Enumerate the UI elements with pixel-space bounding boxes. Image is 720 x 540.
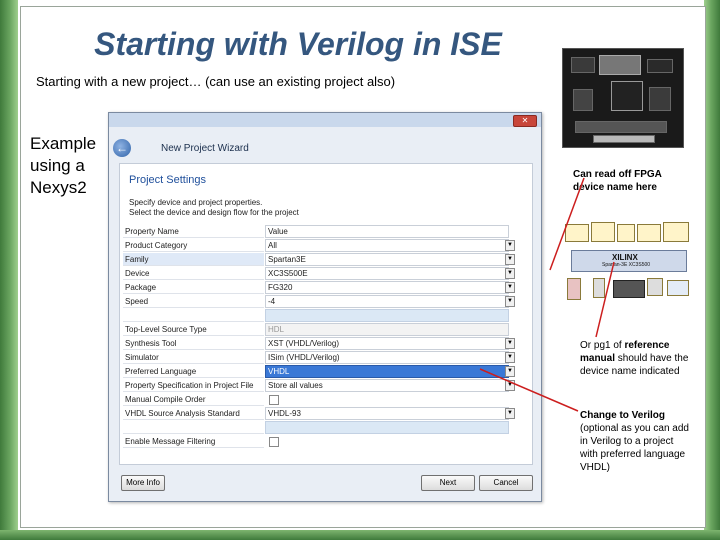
table-row-spacer	[123, 309, 519, 322]
row-label: Synthesis Tool	[123, 337, 264, 350]
row-label: Device	[123, 267, 264, 280]
table-row-preferred-language[interactable]: Preferred Language VHDL ▼	[123, 365, 519, 378]
row-label-empty	[123, 421, 264, 434]
reference-manual-note: Or pg1 of reference manual should have t…	[580, 339, 690, 378]
row-label: Speed	[123, 295, 264, 308]
row-value[interactable]: -4	[265, 295, 509, 308]
board-note: Can read off FPGA device name here	[573, 168, 693, 194]
header-value: Value	[265, 225, 509, 238]
enable-message-filtering-checkbox[interactable]	[269, 437, 279, 447]
chevron-down-icon[interactable]: ▼	[505, 296, 515, 307]
verilog-note-bold: Change to Verilog	[580, 410, 666, 421]
row-label: Family	[123, 253, 264, 266]
manual-compile-order-checkbox[interactable]	[269, 395, 279, 405]
chevron-down-icon[interactable]: ▼	[505, 366, 515, 377]
back-arrow-icon[interactable]: ←	[113, 139, 131, 157]
next-button[interactable]: Next	[421, 475, 475, 491]
row-label: Preferred Language	[123, 365, 264, 378]
row-value[interactable]: Store all values	[265, 379, 509, 392]
example-line-1: Example	[30, 134, 97, 153]
row-value[interactable]: XST (VHDL/Verilog)	[265, 337, 509, 350]
chevron-down-icon[interactable]: ▼	[505, 380, 515, 391]
cancel-button[interactable]: Cancel	[479, 475, 533, 491]
table-row[interactable]: VHDL Source Analysis Standard VHDL-93 ▼	[123, 407, 519, 420]
row-label-empty	[123, 309, 264, 322]
bottom-decorative-bar	[0, 530, 720, 540]
chevron-down-icon[interactable]: ▼	[505, 268, 515, 279]
slide: Starting with Verilog in ISE Starting wi…	[0, 0, 720, 540]
chevron-down-icon[interactable]: ▼	[505, 282, 515, 293]
row-value[interactable]: VHDL-93	[265, 407, 509, 420]
chevron-down-icon[interactable]: ▼	[505, 352, 515, 363]
table-row[interactable]: Synthesis Tool XST (VHDL/Verilog) ▼	[123, 337, 519, 350]
board-note-line-1: Can read off FPGA	[573, 169, 662, 180]
table-row[interactable]: Family Spartan3E ▼	[123, 253, 519, 266]
section-title: Project Settings	[129, 174, 207, 186]
row-value[interactable]: HDL	[265, 323, 509, 336]
row-value-empty	[265, 421, 509, 434]
example-line-2: using a	[30, 156, 85, 175]
right-decorative-bar	[704, 0, 720, 540]
row-label: Property Specification in Project File	[123, 379, 264, 392]
left-decorative-bar	[0, 0, 18, 540]
verilog-note: Change to Verilog (optional as you can a…	[580, 409, 690, 474]
table-row[interactable]: Product Category All ▼	[123, 239, 519, 252]
table-row[interactable]: Manual Compile Order	[123, 393, 519, 406]
chevron-down-icon[interactable]: ▼	[505, 408, 515, 419]
board-note-line-2: device name here	[573, 182, 657, 193]
row-label: Manual Compile Order	[123, 393, 264, 406]
row-value[interactable]: XC3S500E	[265, 267, 509, 280]
row-value[interactable]: ISim (VHDL/Verilog)	[265, 351, 509, 364]
table-row[interactable]: Property Specification in Project File S…	[123, 379, 519, 392]
chip-title: XILINX	[612, 253, 638, 262]
table-row-spacer	[123, 421, 519, 434]
chevron-down-icon[interactable]: ▼	[505, 254, 515, 265]
more-info-button[interactable]: More Info	[121, 475, 165, 491]
table-header: Property Name Value	[123, 225, 519, 238]
slide-subtitle: Starting with a new project… (can use an…	[36, 74, 396, 89]
new-project-wizard-dialog: ✕ ← New Project Wizard Project Settings …	[108, 112, 542, 502]
row-label: Product Category	[123, 239, 264, 252]
table-row[interactable]: Speed -4 ▼	[123, 295, 519, 308]
row-value[interactable]: All	[265, 239, 509, 252]
row-label: Top-Level Source Type	[123, 323, 264, 336]
chip-subtitle: Spartan-3E XC3S500	[602, 262, 651, 268]
verilog-note-rest: (optional as you can add in Verilog to a…	[580, 423, 689, 473]
row-label: Simulator	[123, 351, 264, 364]
dialog-titlebar	[109, 113, 541, 127]
table-row[interactable]: Simulator ISim (VHDL/Verilog) ▼	[123, 351, 519, 364]
reference-manual-diagram: XILINX Spartan-3E XC3S500	[563, 222, 691, 304]
table-row[interactable]: Device XC3S500E ▼	[123, 267, 519, 280]
chevron-down-icon[interactable]: ▼	[505, 338, 515, 349]
example-line-3: Nexys2	[30, 178, 87, 197]
row-label: Package	[123, 281, 264, 294]
section-desc-line-1: Specify device and project properties.	[129, 198, 263, 207]
preferred-language-select[interactable]: VHDL	[265, 365, 509, 378]
close-button[interactable]: ✕	[513, 115, 537, 127]
table-row[interactable]: Top-Level Source Type HDL	[123, 323, 519, 336]
chevron-down-icon[interactable]: ▼	[505, 240, 515, 251]
header-property-name: Property Name	[123, 225, 264, 238]
table-row[interactable]: Enable Message Filtering	[123, 435, 519, 448]
row-label: VHDL Source Analysis Standard	[123, 407, 264, 420]
row-value[interactable]: FG320	[265, 281, 509, 294]
row-value-empty	[265, 309, 509, 322]
row-value[interactable]: Spartan3E	[265, 253, 509, 266]
row-label: Enable Message Filtering	[123, 435, 264, 448]
fpga-chip-block: XILINX Spartan-3E XC3S500	[571, 250, 687, 272]
section-desc-line-2: Select the device and design flow for th…	[129, 208, 299, 217]
section-description: Specify device and project properties. S…	[129, 198, 509, 218]
table-row[interactable]: Package FG320 ▼	[123, 281, 519, 294]
ref-note-pre: Or pg1 of	[580, 340, 625, 351]
wizard-title: New Project Wizard	[161, 143, 249, 154]
example-caption: Example using a Nexys2	[30, 133, 110, 199]
slide-title: Starting with Verilog in ISE	[94, 26, 502, 62]
nexys2-board-photo	[562, 48, 684, 148]
